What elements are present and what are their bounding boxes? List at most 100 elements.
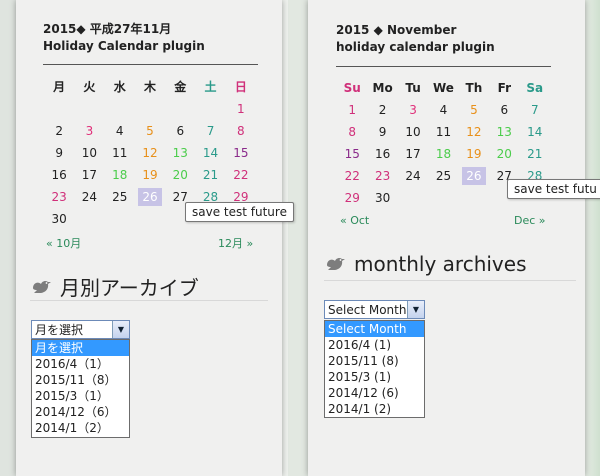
calendar-day[interactable]: 19 <box>462 145 486 163</box>
calendar-day[interactable]: 25 <box>431 167 455 185</box>
weekday-header: 火 <box>83 80 96 94</box>
calendar-day[interactable]: 5 <box>138 122 162 140</box>
calendar-day[interactable]: 3 <box>401 101 425 119</box>
sidebar-panel-english: 2015 ◆ November holiday calendar plugin … <box>308 0 585 476</box>
calendar-title-line1: 2015 ◆ November <box>336 23 457 37</box>
calendar-day[interactable]: 18 <box>108 166 132 184</box>
event-tooltip: save test future <box>185 202 294 222</box>
calendar-day[interactable]: 4 <box>431 101 455 119</box>
dropdown-option[interactable]: 月を選択 <box>32 340 129 356</box>
dropdown-option[interactable]: Select Month <box>325 321 424 337</box>
sidebar-panel-japanese: 2015◆ 平成27年11月 Holiday Calendar plugin 月… <box>16 0 282 476</box>
calendar-day-today[interactable]: 26 <box>137 188 162 206</box>
dropdown-option[interactable]: 2015/11（8） <box>32 372 129 388</box>
dropdown-option[interactable]: 2014/1（2） <box>32 420 129 436</box>
calendar-day[interactable]: 16 <box>371 145 395 163</box>
calendar-day[interactable]: 22 <box>340 167 364 185</box>
widget-divider <box>30 300 268 301</box>
weekday-header: 金 <box>174 80 187 94</box>
calendar-day[interactable]: 3 <box>77 122 101 140</box>
chevron-down-icon[interactable]: ▼ <box>407 301 424 318</box>
calendar-day[interactable]: 30 <box>47 210 71 228</box>
background-strip-middle <box>288 0 308 476</box>
calendar-day[interactable]: 30 <box>371 189 395 207</box>
next-month-link[interactable]: 12月 » <box>218 235 253 251</box>
calendar-day[interactable]: 7 <box>199 122 223 140</box>
prev-month-link[interactable]: « 10月 <box>46 235 81 251</box>
calendar-day[interactable]: 2 <box>371 101 395 119</box>
calendar-day[interactable]: 13 <box>168 144 192 162</box>
dropdown-option[interactable]: 2014/12（6） <box>32 404 129 420</box>
dropdown-option[interactable]: 2014/1 (2) <box>325 401 424 417</box>
calendar-day[interactable]: 16 <box>47 166 71 184</box>
calendar-day[interactable]: 10 <box>401 123 425 141</box>
calendar-day[interactable]: 8 <box>229 122 253 140</box>
calendar-day[interactable]: 4 <box>108 122 132 140</box>
bird-icon <box>33 280 51 293</box>
calendar-title: 2015 ◆ November holiday calendar plugin <box>336 22 495 56</box>
calendar-day[interactable]: 23 <box>371 167 395 185</box>
calendar-day[interactable]: 2 <box>47 122 71 140</box>
archive-month-select[interactable]: 月を選択 ▼ <box>31 320 130 339</box>
dropdown-option[interactable]: 2016/4 (1) <box>325 337 424 353</box>
calendar-day[interactable]: 17 <box>77 166 101 184</box>
calendar-day[interactable]: 11 <box>431 123 455 141</box>
calendar-day[interactable]: 9 <box>371 123 395 141</box>
calendar-title-line1: 2015◆ 平成27年11月 <box>43 22 172 36</box>
archive-widget-header: 月別アーカイブ <box>30 272 199 301</box>
archive-select-value: 月を選択 <box>35 323 84 337</box>
calendar-day[interactable]: 8 <box>340 123 364 141</box>
widget-divider <box>324 280 576 281</box>
calendar-day[interactable]: 23 <box>47 188 71 206</box>
calendar-day[interactable]: 12 <box>462 123 486 141</box>
weekday-header: Fr <box>497 80 511 95</box>
weekday-header: 木 <box>143 80 156 94</box>
calendar-day[interactable]: 20 <box>492 145 516 163</box>
weekday-header: 土 <box>204 80 217 94</box>
calendar-day[interactable]: 14 <box>199 144 223 162</box>
dropdown-option[interactable]: 2016/4（1） <box>32 356 129 372</box>
chevron-down-icon[interactable]: ▼ <box>112 321 129 338</box>
calendar-day[interactable]: 15 <box>340 145 364 163</box>
calendar-day[interactable]: 6 <box>168 122 192 140</box>
dropdown-option[interactable]: 2015/3（1） <box>32 388 129 404</box>
calendar-day[interactable]: 7 <box>523 101 547 119</box>
calendar-day[interactable]: 20 <box>168 166 192 184</box>
calendar-day[interactable]: 6 <box>492 101 516 119</box>
calendar-day[interactable]: 21 <box>523 145 547 163</box>
calendar-day[interactable]: 12 <box>138 144 162 162</box>
calendar-day[interactable]: 17 <box>401 145 425 163</box>
bird-icon <box>327 257 345 270</box>
dropdown-option[interactable]: 2015/3 (1) <box>325 369 424 385</box>
dropdown-option[interactable]: 2014/12 (6) <box>325 385 424 401</box>
archive-month-select[interactable]: Select Month ▼ <box>324 300 425 319</box>
calendar-day[interactable]: 10 <box>77 144 101 162</box>
calendar-day[interactable]: 19 <box>138 166 162 184</box>
calendar-day[interactable]: 25 <box>108 188 132 206</box>
calendar-day[interactable]: 22 <box>229 166 253 184</box>
weekday-header: 月 <box>53 80 66 94</box>
archive-dropdown-list: 月を選択 2016/4（1） 2015/11（8） 2015/3（1） 2014… <box>31 339 130 438</box>
calendar-day[interactable]: 11 <box>108 144 132 162</box>
calendar-day[interactable]: 13 <box>492 123 516 141</box>
calendar-day[interactable]: 5 <box>462 101 486 119</box>
weekday-header: Th <box>465 80 483 95</box>
calendar-day[interactable]: 24 <box>401 167 425 185</box>
next-month-link[interactable]: Dec » <box>514 214 546 227</box>
calendar-day[interactable]: 29 <box>340 189 364 207</box>
calendar-day[interactable]: 21 <box>199 166 223 184</box>
event-tooltip: save test futu <box>507 179 600 199</box>
calendar-day[interactable]: 15 <box>229 144 253 162</box>
archive-select-value: Select Month <box>328 303 407 317</box>
calendar-day[interactable]: 1 <box>340 101 364 119</box>
archive-widget-title: 月別アーカイブ <box>60 276 199 300</box>
dropdown-option[interactable]: 2015/11 (8) <box>325 353 424 369</box>
calendar-day[interactable]: 24 <box>77 188 101 206</box>
calendar-day[interactable]: 14 <box>523 123 547 141</box>
archive-dropdown-list: Select Month 2016/4 (1) 2015/11 (8) 2015… <box>324 320 425 418</box>
calendar-day[interactable]: 1 <box>229 100 253 118</box>
calendar-day-today[interactable]: 26 <box>461 167 486 185</box>
calendar-day[interactable]: 18 <box>431 145 455 163</box>
prev-month-link[interactable]: « Oct <box>340 214 369 227</box>
calendar-day[interactable]: 9 <box>47 144 71 162</box>
